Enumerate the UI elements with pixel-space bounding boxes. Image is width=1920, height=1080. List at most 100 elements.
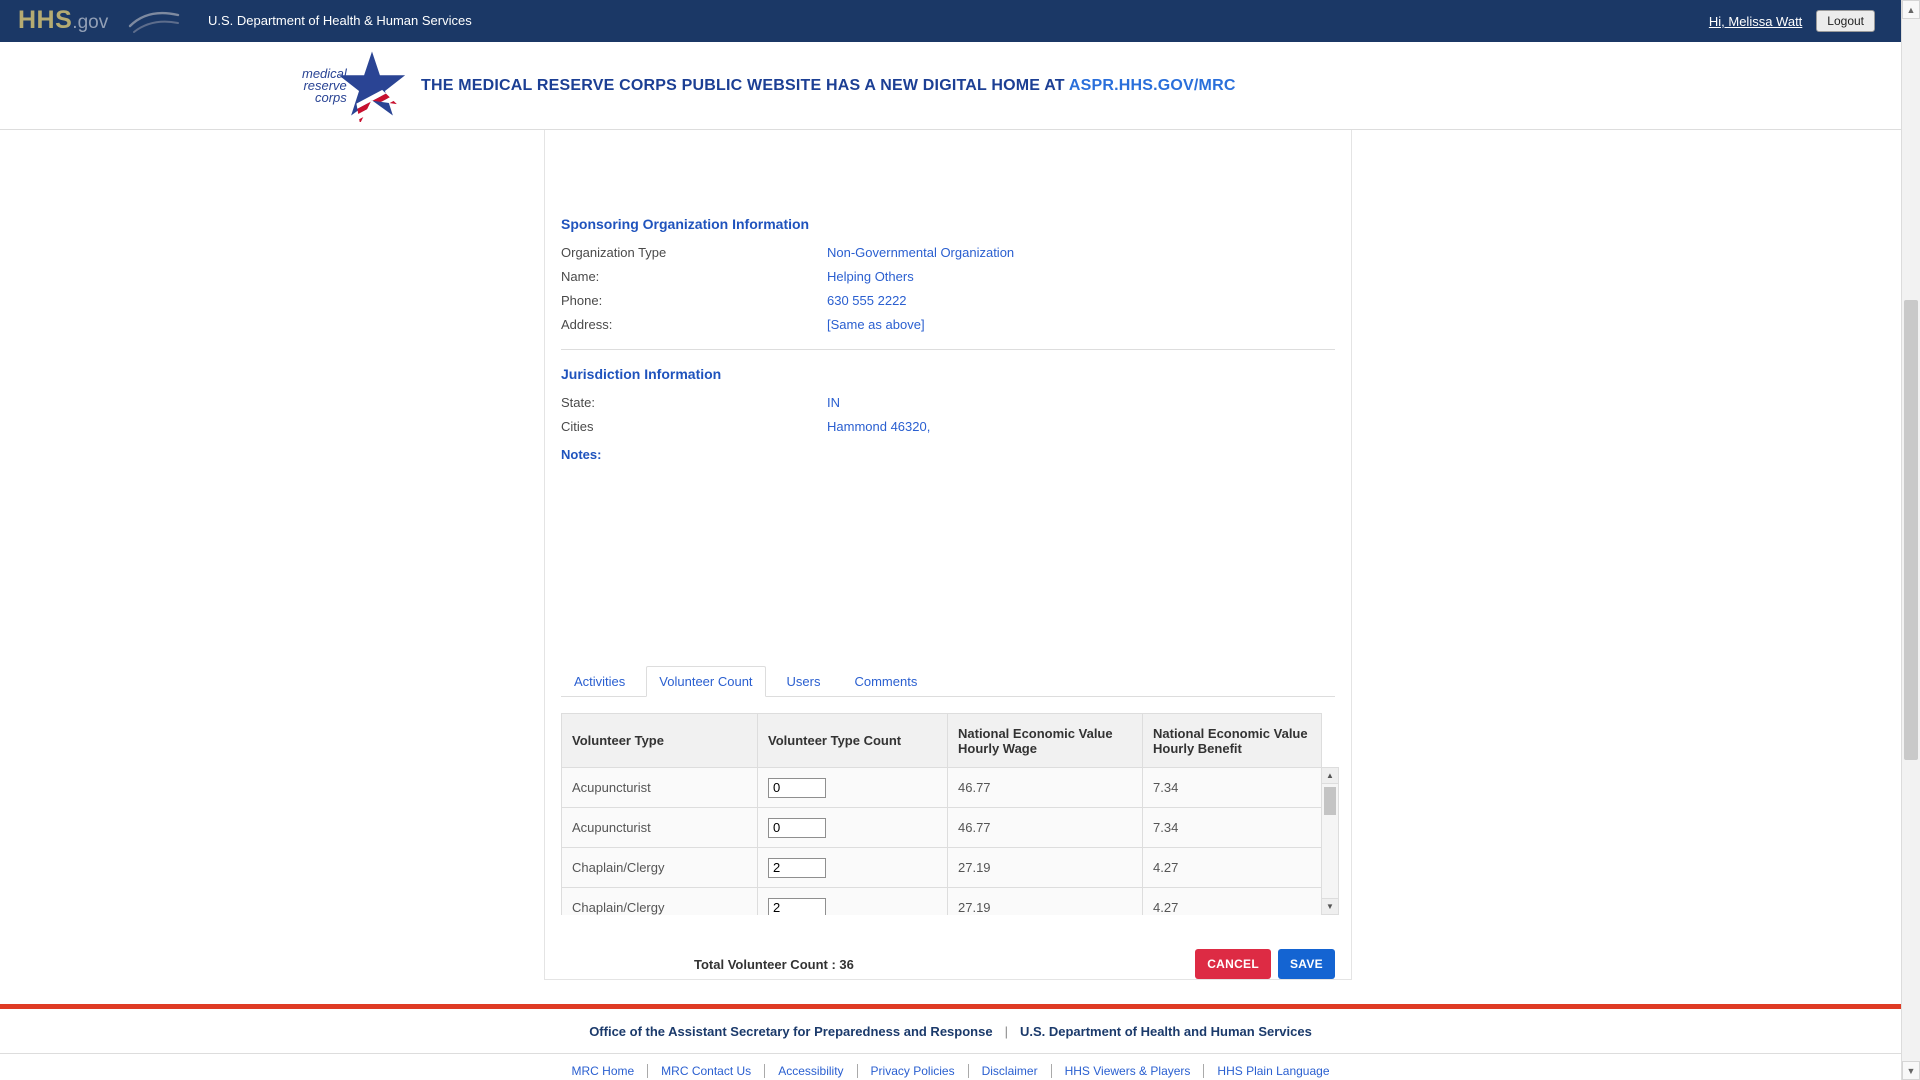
table-scrollbar-thumb[interactable] <box>1324 787 1336 815</box>
hourly-benefit-text: 7.34 <box>1153 820 1179 835</box>
hhs-gov-logo[interactable]: HHS .gov <box>18 6 108 35</box>
hourly-benefit-cell: 4.27 <box>1142 887 1322 915</box>
footer-separator: | <box>1004 1024 1008 1039</box>
save-button[interactable]: SAVE <box>1278 949 1335 979</box>
hourly-wage-text: 46.77 <box>958 820 991 835</box>
volunteer-type-text: Acupuncturist <box>572 820 651 835</box>
field-value: 630 555 2222 <box>827 293 907 308</box>
table-column-header: Volunteer Type Count <box>757 713 948 768</box>
field-label: Organization Type <box>561 245 667 260</box>
banner-message-text: THE MEDICAL RESERVE CORPS PUBLIC WEBSITE… <box>421 76 1065 94</box>
footer-org-line: Office of the Assistant Secretary for Pr… <box>0 1024 1901 1039</box>
table-scroll-up-icon[interactable]: ▲ <box>1322 768 1338 784</box>
footer-link[interactable]: MRC Contact Us <box>647 1064 752 1078</box>
mrc-logo-word: corps <box>315 90 347 105</box>
volunteer-type-cell: Acupuncturist <box>561 807 758 848</box>
hourly-wage-text: 46.77 <box>958 780 991 795</box>
footer-link[interactable]: HHS Plain Language <box>1203 1064 1330 1078</box>
table-column-header: Volunteer Type <box>561 713 758 768</box>
footer-link[interactable]: MRC Home <box>571 1064 634 1078</box>
hourly-wage-cell: 46.77 <box>947 767 1143 808</box>
banner-message: THE MEDICAL RESERVE CORPS PUBLIC WEBSITE… <box>421 77 1236 95</box>
volunteer-type-cell: Chaplain/Clergy <box>561 847 758 888</box>
volunteer-count-table-container: Volunteer Type Volunteer Type Count Nation… <box>561 713 1339 915</box>
table-column-header: National Economic Value Hourly Wage <box>947 713 1143 768</box>
volunteer-type-text: Chaplain/Clergy <box>572 860 665 875</box>
table-column-header: National Economic Value Hourly Benefit <box>1142 713 1322 768</box>
cancel-button[interactable]: CANCEL <box>1195 949 1271 979</box>
field-label: Phone: <box>561 293 603 308</box>
field-value: IN <box>827 395 840 410</box>
field-row: Address: [Same as above] <box>561 317 1335 332</box>
sponsoring-section-title: Sponsoring Organization Information <box>561 216 810 232</box>
footer-link[interactable]: Privacy Policies <box>856 1064 955 1078</box>
mrc-logo: medical reserve corps <box>302 50 409 122</box>
hourly-benefit-text: 4.27 <box>1153 900 1179 915</box>
hourly-wage-cell: 27.19 <box>947 887 1143 915</box>
browser-scrollbar[interactable]: ▲ ▼ <box>1901 0 1920 1080</box>
footer-link[interactable]: Accessibility <box>764 1064 844 1078</box>
field-row: Cities Hammond 46320, <box>561 419 1335 434</box>
mrc-banner: medical reserve corps THE MEDICAL RESERVE … <box>0 42 1901 130</box>
field-row: Phone: 630 555 2222 <box>561 293 1335 308</box>
field-row: Organization Type Non-Governmental Organ… <box>561 245 1335 260</box>
department-title: U.S. Department of Health & Human Servic… <box>208 13 472 28</box>
table-scroll-down-icon[interactable]: ▼ <box>1322 898 1338 914</box>
jurisdiction-section-title: Jurisdiction Information <box>561 366 722 382</box>
hourly-wage-cell: 46.77 <box>947 807 1143 848</box>
scroll-up-icon[interactable]: ▲ <box>1902 0 1920 19</box>
field-value: Non-Governmental Organization <box>827 245 1015 260</box>
field-label: Name: <box>561 269 600 284</box>
field-label: Address: <box>561 317 613 332</box>
volunteer-count-table: Volunteer Type Volunteer Type Count Nation… <box>561 713 1322 915</box>
notes-label: Notes: <box>561 447 602 462</box>
section-divider <box>561 349 1335 350</box>
volunteer-count-cell <box>757 887 948 915</box>
jurisdiction-fields: State: IN Cities Hammond 46320, <box>561 395 1335 434</box>
volunteer-type-text: Acupuncturist <box>572 780 651 795</box>
volunteer-count-cell <box>757 847 948 888</box>
volunteer-count-input[interactable] <box>768 897 826 915</box>
table-header-row: Volunteer Type Volunteer Type Count Nation… <box>561 713 1322 768</box>
volunteer-count-input[interactable] <box>768 857 826 878</box>
table-header: Volunteer Type Volunteer Type Count Nation… <box>561 713 1322 768</box>
table-scrollbar[interactable]: ▲ ▼ <box>1321 767 1339 915</box>
user-greeting-link[interactable]: Hi, Melissa Watt <box>1709 14 1802 29</box>
scroll-down-icon[interactable]: ▼ <box>1902 1061 1920 1080</box>
table-body: Acupuncturist 46.77 7.34 Acupuncturist 4… <box>561 767 1322 915</box>
action-buttons: CANCEL SAVE <box>1195 949 1335 979</box>
table-row: Chaplain/Clergy 27.19 4.27 <box>561 887 1322 915</box>
table-row: Chaplain/Clergy 27.19 4.27 <box>561 847 1322 888</box>
footer-link[interactable]: HHS Viewers & Players <box>1050 1064 1191 1078</box>
logout-button[interactable]: Logout <box>1816 10 1875 32</box>
footer-links: MRC Home MRC Contact Us Accessibility Priva… <box>0 1064 1901 1078</box>
main-panel: Sponsoring Organization Information Orga… <box>544 130 1352 980</box>
tab[interactable]: Comments <box>841 666 930 697</box>
footer-link[interactable]: Disclaimer <box>967 1064 1038 1078</box>
field-row: Name: Helping Others <box>561 269 1335 284</box>
tab[interactable]: Users <box>774 666 834 697</box>
footer-hhs-link[interactable]: U.S. Department of Health and Human Serv… <box>1020 1024 1312 1039</box>
tab[interactable]: Volunteer Count <box>646 666 766 697</box>
mrc-logo-words: medical reserve corps <box>302 67 347 105</box>
volunteer-count-input[interactable] <box>768 817 826 838</box>
footer-aspr-link[interactable]: Office of the Assistant Secretary for Pr… <box>589 1024 992 1039</box>
browser-scrollbar-thumb[interactable] <box>1904 300 1918 760</box>
hourly-wage-text: 27.19 <box>958 900 991 915</box>
tab[interactable]: Activities <box>561 666 638 697</box>
total-volunteer-count: Total Volunteer Count : 36 <box>694 956 854 972</box>
sponsoring-fields: Organization Type Non-Governmental Organ… <box>561 245 1335 332</box>
volunteer-type-cell: Acupuncturist <box>561 767 758 808</box>
topbar-right: Hi, Melissa Watt Logout <box>1709 0 1875 42</box>
field-value: Hammond 46320, <box>827 419 931 434</box>
banner-link[interactable]: ASPR.HHS.GOV/MRC <box>1069 77 1236 94</box>
hourly-benefit-cell: 7.34 <box>1142 807 1322 848</box>
volunteer-count-input[interactable] <box>768 777 826 798</box>
field-value: [Same as above] <box>827 317 925 332</box>
field-label: State: <box>561 395 595 410</box>
hourly-wage-cell: 27.19 <box>947 847 1143 888</box>
hourly-benefit-text: 7.34 <box>1153 780 1179 795</box>
hourly-benefit-cell: 4.27 <box>1142 847 1322 888</box>
hourly-benefit-cell: 7.34 <box>1142 767 1322 808</box>
hhs-logo-suffix: .gov <box>72 12 109 33</box>
